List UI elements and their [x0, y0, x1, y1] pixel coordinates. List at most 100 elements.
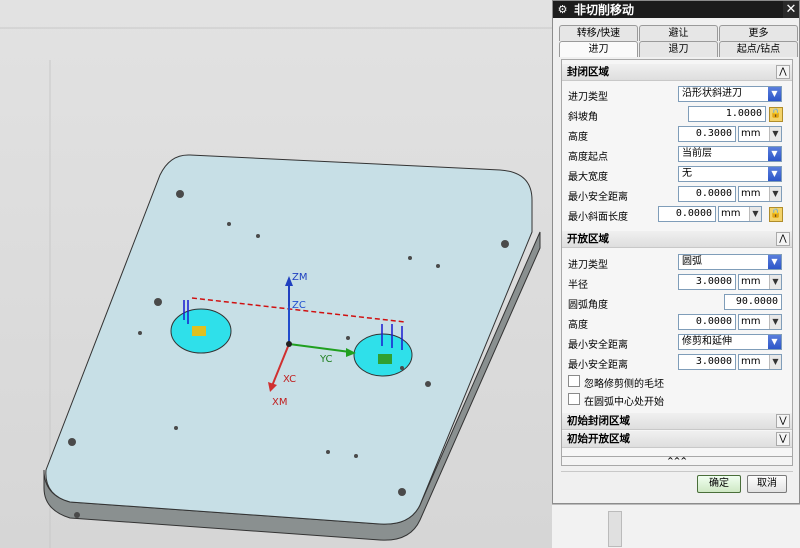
closed-height-unit[interactable]: mm ▼ — [738, 126, 782, 142]
checkbox-label: 在圆弧中心处开始 — [584, 397, 664, 408]
closed-area-header[interactable]: 封闭区域 ⋀ — [562, 64, 792, 81]
label: 进刀类型 — [568, 92, 608, 103]
model-view[interactable]: ZM ZC YC XC XM — [0, 0, 552, 548]
label: 高度 — [568, 132, 588, 143]
row-max-width: 最大宽度 无 ▼ — [568, 166, 790, 184]
dropdown-arrow-icon[interactable]: ▼ — [768, 335, 781, 349]
dropdown-arrow-icon[interactable]: ▼ — [769, 275, 781, 289]
tool-marker-right — [378, 354, 392, 364]
label: 高度 — [568, 320, 588, 331]
initial-open-area-title: 初始开放区域 — [567, 433, 630, 445]
tab-row-top: 转移/快速 避让 更多 — [559, 25, 799, 41]
row-radius: 半径 3.0000 mm ▼ — [568, 274, 790, 292]
arc-angle-input[interactable]: 90.0000 — [724, 294, 782, 310]
row-closed-height: 高度 0.3000 mm ▼ — [568, 126, 790, 144]
unit-value: mm — [741, 316, 761, 327]
closed-engage-type-select[interactable]: 沿形状斜进刀 ▼ — [678, 86, 782, 102]
open-min-safe-input[interactable]: 3.0000 — [678, 354, 736, 370]
cancel-button[interactable]: 取消 — [747, 475, 787, 493]
row-open-min-safe-2: 最小安全距离 3.0000 mm ▼ — [568, 354, 790, 372]
dropdown-arrow-icon[interactable]: ▼ — [769, 187, 781, 201]
row-closed-min-safe: 最小安全距离 0.0000 mm ▼ — [568, 186, 790, 204]
min-ramp-length-unit[interactable]: mm ▼ — [718, 206, 762, 222]
initial-open-area-header[interactable]: 初始开放区域 ⋁ — [562, 431, 792, 448]
select-value: 修剪和延伸 — [682, 336, 732, 347]
closed-height-input[interactable]: 0.3000 — [678, 126, 736, 142]
tab-more[interactable]: 更多 — [719, 25, 798, 41]
select-value: 沿形状斜进刀 — [682, 88, 742, 99]
closed-min-safe-unit[interactable]: mm ▼ — [738, 186, 782, 202]
open-area-header[interactable]: 开放区域 ⋀ — [562, 231, 792, 248]
tab-start-drill-points[interactable]: 起点/钻点 — [719, 41, 798, 57]
tab-transfer-rapid[interactable]: 转移/快速 — [559, 25, 638, 41]
row-arc-angle: 圆弧角度 90.0000 — [568, 294, 790, 312]
tab-row-bottom: 进刀 退刀 起点/钻点 — [559, 41, 799, 57]
select-value: 圆弧 — [682, 256, 702, 267]
lock-icon[interactable]: 🔒 — [769, 207, 783, 222]
tab-retract[interactable]: 退刀 — [639, 41, 718, 57]
unit-value: mm — [741, 356, 761, 367]
row-open-min-safe-1: 最小安全距离 修剪和延伸 ▼ — [568, 334, 790, 352]
row-closed-engage-type: 进刀类型 沿形状斜进刀 ▼ — [568, 86, 790, 104]
open-area-title: 开放区域 — [567, 233, 609, 245]
lock-icon[interactable]: 🔒 — [769, 107, 783, 122]
open-min-safe-select[interactable]: 修剪和延伸 ▼ — [678, 334, 782, 350]
label: 最小斜面长度 — [568, 212, 628, 223]
row-open-engage-type: 进刀类型 圆弧 ▼ — [568, 254, 790, 272]
max-width-select[interactable]: 无 ▼ — [678, 166, 782, 182]
dropdown-arrow-icon[interactable]: ▼ — [769, 315, 781, 329]
graphics-viewport[interactable]: ZM ZC YC XC XM — [0, 0, 552, 548]
dropdown-arrow-icon[interactable]: ▼ — [769, 355, 781, 369]
tool-marker-left — [192, 326, 206, 336]
label: 半径 — [568, 280, 588, 291]
chevron-up-icon[interactable]: ⋀ — [776, 232, 790, 246]
label: 进刀类型 — [568, 260, 608, 271]
dropdown-arrow-icon[interactable]: ▼ — [749, 207, 761, 221]
open-engage-type-select[interactable]: 圆弧 ▼ — [678, 254, 782, 270]
label: 圆弧角度 — [568, 300, 608, 311]
chevron-up-icon[interactable]: ⋀ — [776, 65, 790, 79]
min-ramp-length-input[interactable]: 0.0000 — [658, 206, 716, 222]
chevron-down-icon[interactable]: ⋁ — [776, 414, 790, 428]
dropdown-arrow-icon[interactable]: ▼ — [768, 167, 781, 181]
dropdown-arrow-icon[interactable]: ▼ — [768, 87, 781, 101]
engage-panel: 封闭区域 ⋀ 进刀类型 沿形状斜进刀 ▼ 斜坡角 1.0000 🔒 高度 0.30… — [561, 59, 793, 459]
open-height-input[interactable]: 0.0000 — [678, 314, 736, 330]
gear-icon[interactable]: ⚙ — [556, 3, 569, 16]
height-from-select[interactable]: 当前层 ▼ — [678, 146, 782, 162]
open-height-unit[interactable]: mm ▼ — [738, 314, 782, 330]
chevron-down-icon[interactable]: ⋁ — [776, 432, 790, 446]
dialog-titlebar[interactable]: ⚙ 非切削移动 ✕ — [553, 1, 799, 18]
row-ramp-angle: 斜坡角 1.0000 🔒 — [568, 106, 790, 124]
row-start-at-arc-center: 在圆弧中心处开始 — [568, 391, 790, 409]
dropdown-arrow-icon[interactable]: ▼ — [768, 147, 781, 161]
dropdown-arrow-icon[interactable]: ▼ — [768, 255, 781, 269]
dropdown-arrow-icon[interactable]: ▼ — [769, 127, 781, 141]
tab-engage[interactable]: 进刀 — [559, 41, 638, 57]
close-icon[interactable]: ✕ — [783, 1, 799, 18]
closed-area-title: 封闭区域 — [567, 66, 609, 78]
yc-label: YC — [319, 354, 333, 365]
start-at-arc-center-checkbox[interactable] — [568, 393, 580, 405]
collapse-dialog-bar[interactable]: ^^^ — [561, 456, 793, 466]
label: 最小安全距离 — [568, 360, 628, 371]
initial-closed-area-header[interactable]: 初始封闭区域 ⋁ — [562, 413, 792, 430]
unit-value: mm — [741, 188, 761, 199]
tab-avoidance[interactable]: 避让 — [639, 25, 718, 41]
row-open-height: 高度 0.0000 mm ▼ — [568, 314, 790, 332]
radius-unit[interactable]: mm ▼ — [738, 274, 782, 290]
ramp-angle-input[interactable]: 1.0000 — [688, 106, 766, 122]
ok-button[interactable]: 确定 — [697, 475, 741, 493]
ignore-trimmed-blank-checkbox[interactable] — [568, 375, 580, 387]
label: 高度起点 — [568, 152, 608, 163]
label: 最大宽度 — [568, 172, 608, 183]
unit-value: mm — [741, 128, 761, 139]
checkbox-label: 忽略修剪侧的毛坯 — [584, 379, 664, 390]
radius-input[interactable]: 3.0000 — [678, 274, 736, 290]
closed-min-safe-input[interactable]: 0.0000 — [678, 186, 736, 202]
unit-value: mm — [741, 276, 761, 287]
xm-label: XM — [272, 397, 287, 408]
open-min-safe-unit[interactable]: mm ▼ — [738, 354, 782, 370]
unit-value: mm — [721, 208, 741, 219]
side-tool-icon[interactable] — [608, 511, 622, 547]
